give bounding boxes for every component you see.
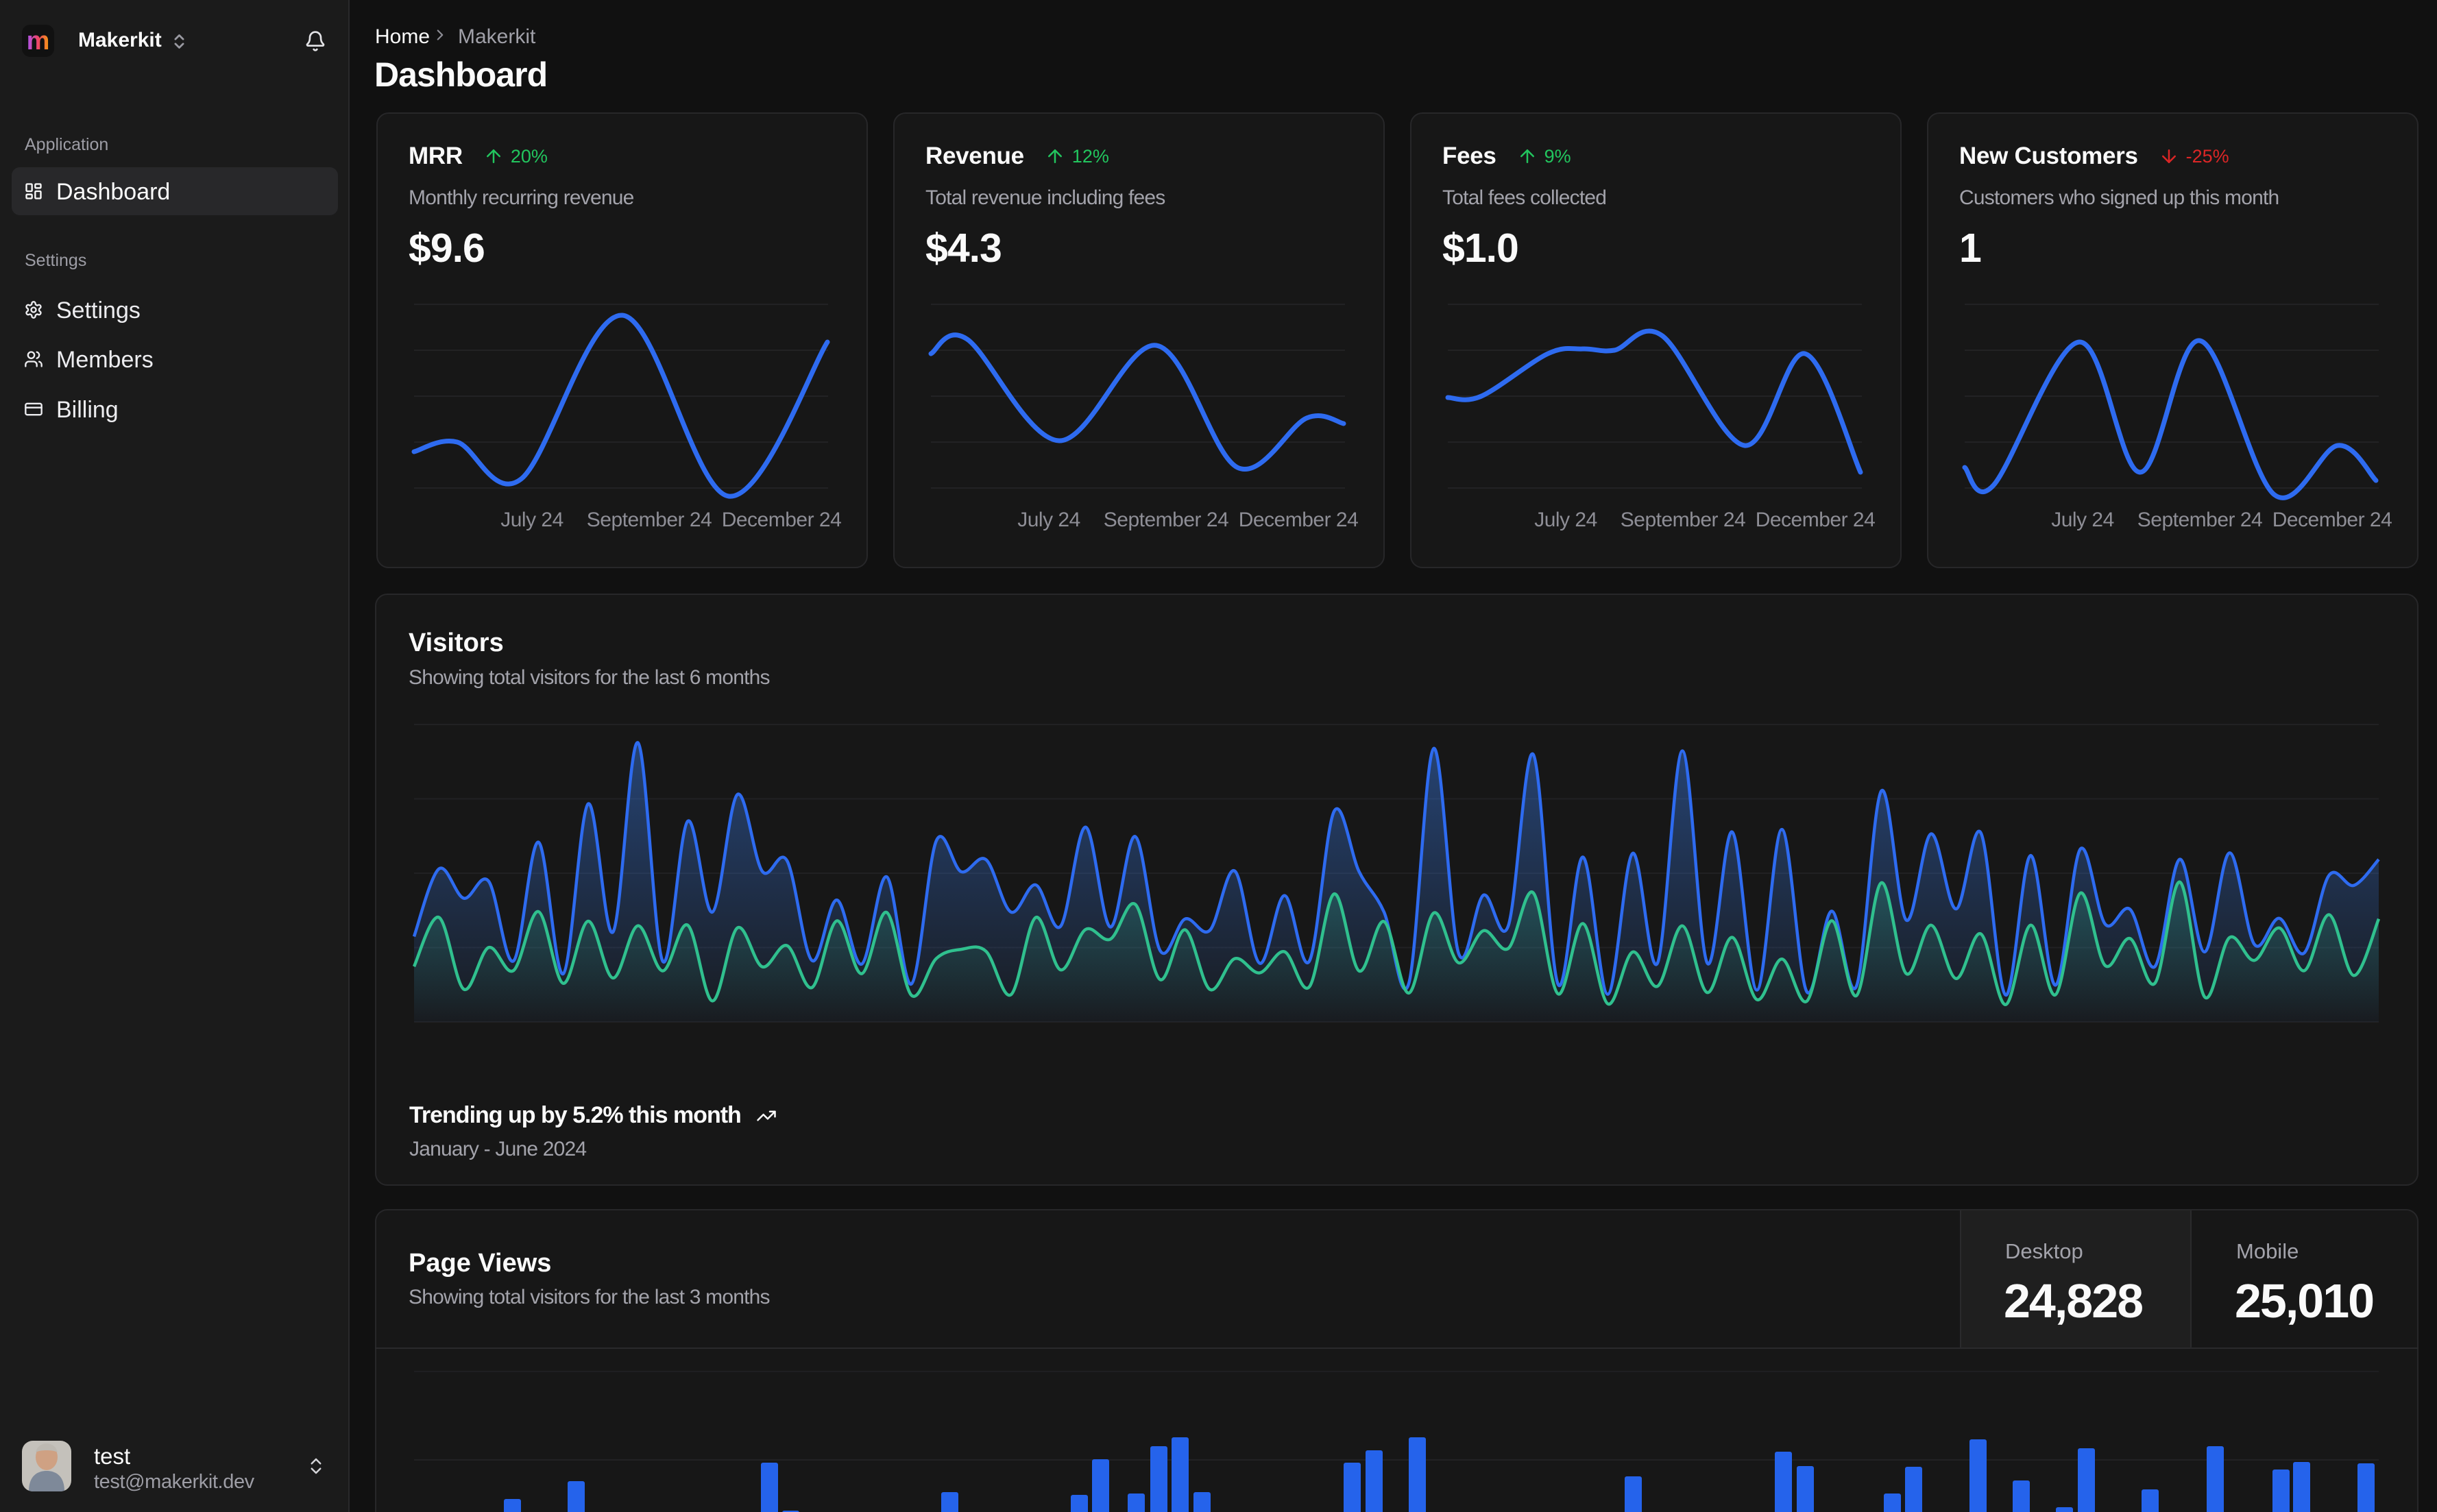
svg-text:m: m: [27, 27, 50, 56]
